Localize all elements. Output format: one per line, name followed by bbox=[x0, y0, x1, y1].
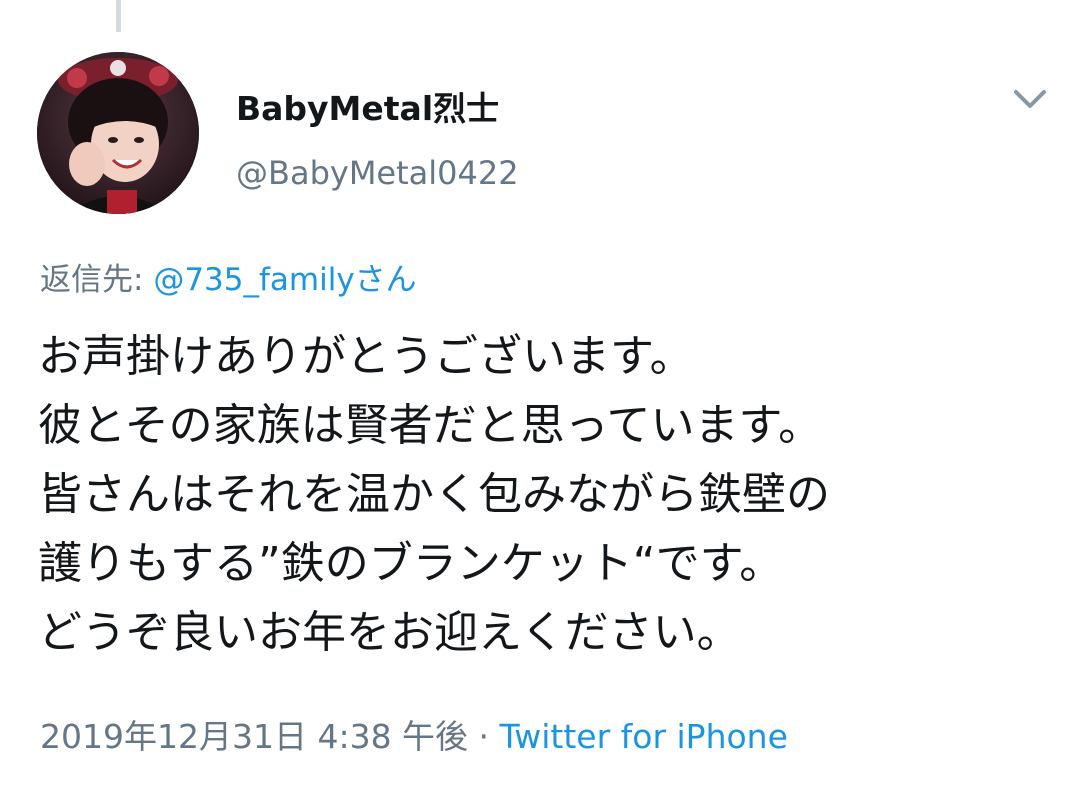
tweet-text-line: 彼とその家族は賢者だと思っています。 bbox=[38, 400, 823, 451]
tweet-text-line: お声掛けありがとうございます。 bbox=[38, 331, 694, 382]
tweet-text: お声掛けありがとうございます。 彼とその家族は賢者だと思っています。 皆さんはそ… bbox=[38, 322, 1068, 667]
avatar[interactable] bbox=[37, 52, 199, 214]
tweet-metadata: 2019年12月31日 4:38 午後 · Twitter for iPhone bbox=[40, 710, 788, 758]
reply-context: 返信先: @735_familyさん bbox=[40, 254, 417, 299]
author-display-name[interactable]: BabyMetal烈士 bbox=[236, 82, 499, 130]
tweet-text-line: 皆さんはそれを温かく包みながら鉄壁の bbox=[38, 469, 830, 520]
tweet-timestamp[interactable]: 2019年12月31日 4:38 午後 bbox=[40, 717, 468, 756]
author-handle[interactable]: @BabyMetal0422 bbox=[236, 154, 519, 192]
thread-connector-line bbox=[116, 0, 121, 32]
avatar-image bbox=[37, 52, 199, 214]
reply-mention-link[interactable]: @735_familyさん bbox=[153, 262, 416, 298]
chevron-down-icon[interactable] bbox=[1010, 84, 1050, 112]
reply-prefix: 返信先: bbox=[40, 262, 154, 298]
meta-separator: · bbox=[468, 717, 500, 756]
tweet-text-line: 護りもする”鉄のブランケット“です。 bbox=[38, 538, 784, 589]
tweet-text-line: どうぞ良いお年をお迎えください。 bbox=[38, 607, 741, 658]
tweet-source-link[interactable]: Twitter for iPhone bbox=[500, 717, 788, 756]
